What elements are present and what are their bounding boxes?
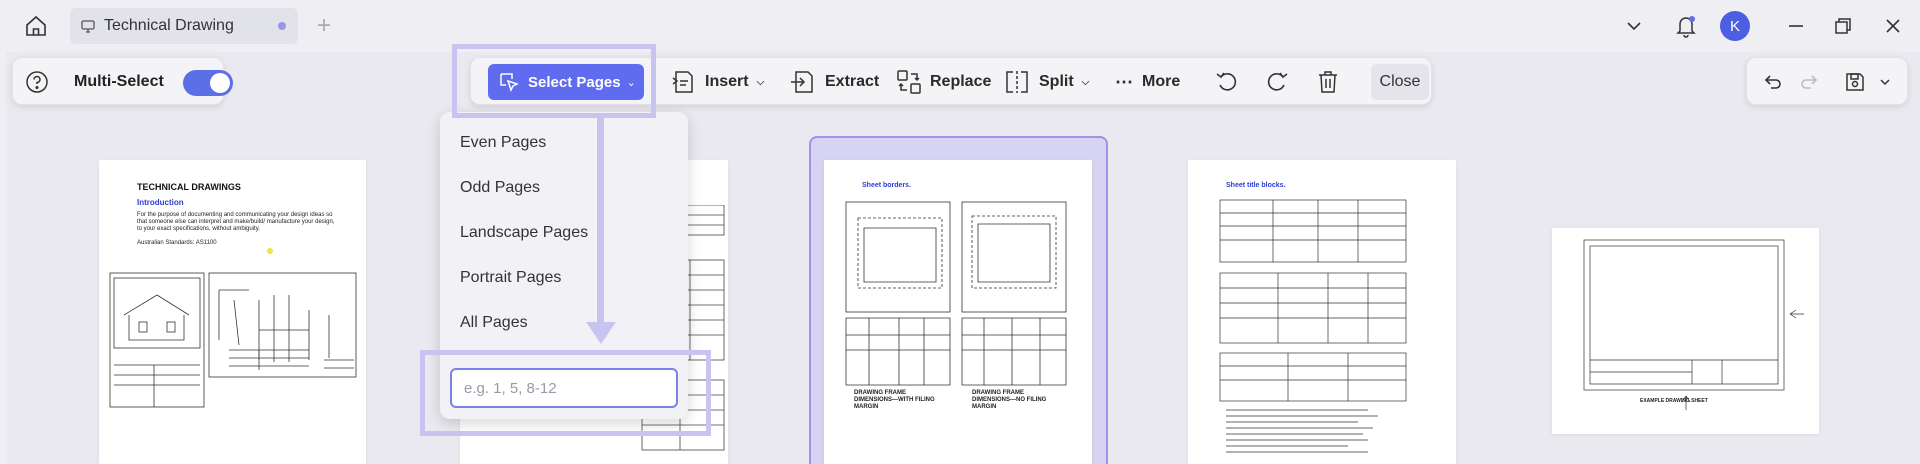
chevron-down-icon bbox=[1627, 22, 1641, 31]
unsaved-dot bbox=[278, 22, 286, 30]
home-button[interactable] bbox=[20, 10, 52, 42]
new-tab-button[interactable]: + bbox=[313, 12, 335, 40]
minimize-button[interactable] bbox=[1784, 10, 1808, 42]
delete-button[interactable] bbox=[1314, 68, 1342, 96]
home-icon bbox=[26, 15, 46, 36]
page3-heading: Sheet borders. bbox=[862, 182, 912, 189]
page1-drawings bbox=[109, 272, 357, 408]
highlight-select-pages bbox=[452, 44, 656, 118]
split-label: Split bbox=[1039, 73, 1074, 90]
save-button[interactable] bbox=[1841, 68, 1869, 96]
extract-button[interactable]: Extract bbox=[789, 64, 879, 100]
restore-icon bbox=[1835, 18, 1851, 34]
document-tab-icon bbox=[81, 20, 95, 33]
document-tab[interactable]: Technical Drawing bbox=[70, 8, 298, 44]
page-thumbnail-5[interactable]: EXAMPLE DRAWING SHEET bbox=[1552, 228, 1819, 434]
page-thumbnail-4[interactable]: Sheet title blocks. bbox=[1188, 160, 1456, 464]
page5-drawing-sheet bbox=[1583, 239, 1804, 410]
undo-button[interactable] bbox=[1759, 68, 1787, 96]
redo-icon bbox=[1801, 75, 1818, 89]
page3-frame-diagrams bbox=[845, 201, 1067, 386]
page-thumbnail-3[interactable]: Sheet borders. DRAWING FRAME DIMENSIONS—… bbox=[824, 160, 1092, 464]
option-portrait-pages[interactable]: Portrait Pages bbox=[460, 269, 561, 287]
minimize-icon bbox=[1789, 25, 1803, 27]
rotate-right-icon bbox=[1267, 72, 1288, 91]
highlight-arrow-shaft bbox=[597, 118, 604, 326]
multi-select-panel: Multi-Select bbox=[12, 57, 233, 105]
close-organize-button[interactable]: Close bbox=[1371, 64, 1429, 100]
replace-button[interactable]: Replace bbox=[896, 64, 991, 100]
yellow-marker bbox=[267, 248, 273, 254]
chevron-down-icon: ⌵ bbox=[1081, 76, 1090, 88]
chevron-down-icon: ⌵ bbox=[756, 76, 765, 88]
restore-button[interactable] bbox=[1830, 10, 1856, 42]
tab-title: Technical Drawing bbox=[104, 17, 234, 34]
multi-select-toggle[interactable] bbox=[183, 70, 233, 96]
insert-button[interactable]: Insert ⌵ bbox=[671, 64, 764, 100]
tabs-dropdown-button[interactable] bbox=[1622, 10, 1646, 42]
rotate-right-button[interactable] bbox=[1263, 68, 1291, 96]
toggle-knob bbox=[210, 73, 230, 93]
split-button[interactable]: Split ⌵ bbox=[1003, 64, 1089, 100]
close-icon bbox=[1886, 19, 1900, 33]
page4-heading: Sheet title blocks. bbox=[1226, 182, 1286, 189]
option-even-pages[interactable]: Even Pages bbox=[460, 134, 546, 152]
page1-body: For the purpose of documenting and commu… bbox=[137, 212, 335, 232]
option-odd-pages[interactable]: Odd Pages bbox=[460, 179, 540, 197]
page5-caption: EXAMPLE DRAWING SHEET bbox=[1640, 398, 1708, 404]
bell-icon bbox=[1676, 16, 1696, 38]
replace-label: Replace bbox=[930, 73, 992, 90]
help-icon[interactable] bbox=[25, 70, 49, 94]
undo-icon bbox=[1764, 75, 1781, 89]
title-bar: Technical Drawing + K bbox=[0, 0, 1920, 52]
more-button[interactable]: ⋯ More bbox=[1115, 64, 1180, 100]
multi-select-label: Multi-Select bbox=[74, 73, 164, 90]
split-icon bbox=[1006, 71, 1028, 93]
page1-title: TECHNICAL DRAWINGS bbox=[137, 182, 241, 192]
rotate-left-icon bbox=[1216, 72, 1237, 91]
replace-icon bbox=[897, 70, 921, 94]
trash-icon bbox=[1319, 71, 1337, 93]
page3-caption-right: DRAWING FRAME DIMENSIONS—NO FILING MARGI… bbox=[972, 390, 1047, 410]
more-label: More bbox=[1142, 73, 1181, 90]
redo-button[interactable] bbox=[1795, 68, 1823, 96]
page-thumbnail-1[interactable]: TECHNICAL DRAWINGS Introduction For the … bbox=[99, 160, 366, 464]
save-options-button[interactable] bbox=[1875, 68, 1895, 96]
chevron-down-icon bbox=[1880, 79, 1890, 86]
page3-caption-left: DRAWING FRAME DIMENSIONS—WITH FILING MAR… bbox=[854, 390, 935, 410]
insert-label: Insert bbox=[705, 73, 749, 90]
option-all-pages[interactable]: All Pages bbox=[460, 314, 528, 332]
extract-icon bbox=[791, 71, 813, 93]
avatar[interactable]: K bbox=[1720, 11, 1750, 41]
insert-icon bbox=[672, 71, 693, 93]
page4-title-blocks bbox=[1219, 199, 1407, 453]
page1-standard: Australian Standards: AS1100 bbox=[137, 240, 217, 246]
page1-subtitle: Introduction bbox=[137, 198, 184, 207]
notifications-button[interactable] bbox=[1672, 10, 1700, 42]
option-landscape-pages[interactable]: Landscape Pages bbox=[460, 224, 588, 242]
highlight-range-input bbox=[420, 350, 711, 436]
history-panel bbox=[1746, 57, 1908, 105]
highlight-arrow-head bbox=[586, 322, 616, 344]
rotate-left-button[interactable] bbox=[1213, 68, 1241, 96]
save-icon bbox=[1846, 73, 1864, 91]
extract-label: Extract bbox=[825, 73, 880, 90]
more-dots-icon: ⋯ bbox=[1115, 71, 1134, 92]
close-window-button[interactable] bbox=[1880, 10, 1906, 42]
